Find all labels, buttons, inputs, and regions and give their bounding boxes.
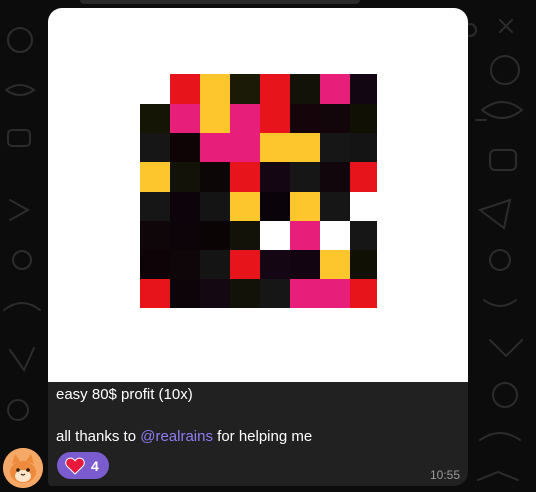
caption-line-1: easy 80$ profit (10x) xyxy=(56,386,193,403)
pixel-art-image xyxy=(140,74,377,308)
caption-prefix: all thanks to xyxy=(56,428,141,445)
message-time: 10:55 xyxy=(429,468,460,482)
reaction-count: 4 xyxy=(91,457,99,474)
mention-link[interactable]: @realrains xyxy=(140,428,213,445)
caption-suffix: for helping me xyxy=(212,428,313,445)
cat-avatar-icon xyxy=(3,448,43,488)
caption-line-2: all thanks to @realrains for helping me xyxy=(56,426,460,447)
chat-background: easy 80$ profit (10x) all thanks to @rea… xyxy=(0,0,536,492)
heart-icon xyxy=(65,457,85,475)
reaction-button[interactable]: 4 xyxy=(57,452,109,479)
message-caption: easy 80$ profit (10x) all thanks to @rea… xyxy=(56,384,460,447)
message-bubble[interactable]: easy 80$ profit (10x) all thanks to @rea… xyxy=(48,8,468,486)
message-image[interactable] xyxy=(48,8,468,382)
previous-message-edge xyxy=(80,0,360,4)
avatar[interactable] xyxy=(3,448,43,488)
